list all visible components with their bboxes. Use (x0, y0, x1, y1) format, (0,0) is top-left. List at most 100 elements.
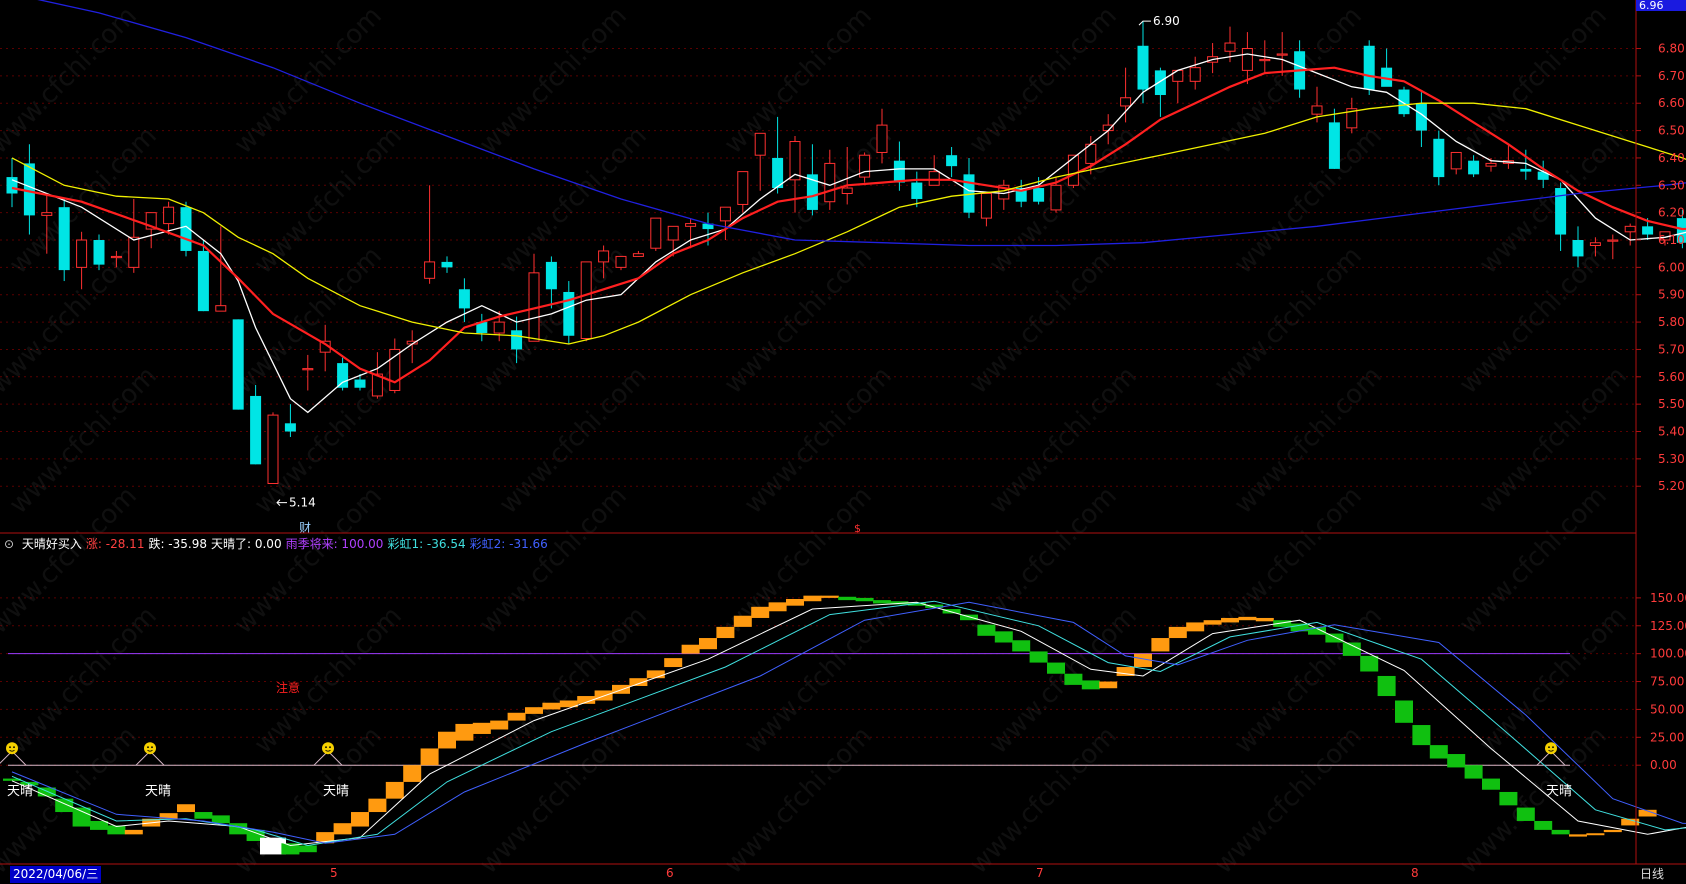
smiley-eye (151, 746, 153, 749)
high-marker (1138, 20, 1151, 26)
watermark-text: www.cfchi.com (964, 1, 1123, 160)
candle-body (1607, 239, 1619, 242)
candle-body (1485, 162, 1497, 167)
candle (632, 250, 644, 257)
watermark-text: www.cfchi.com (719, 721, 878, 880)
tianqing-label: 天晴 (1546, 784, 1572, 799)
candle-body (667, 225, 679, 241)
indicator-tick-label: 50.00 (1650, 702, 1684, 716)
candle-body (876, 124, 888, 153)
candle-body (302, 368, 314, 371)
candle-body (1241, 48, 1253, 71)
price-tick-label: 5.80 (1658, 315, 1685, 329)
candle (772, 116, 784, 194)
candle-body (250, 395, 262, 465)
candle (302, 354, 314, 391)
candle-body (1050, 184, 1062, 211)
high-price-label: 6.90 (1153, 14, 1180, 28)
indicator-bar (1412, 725, 1431, 746)
indicator-bar (90, 820, 108, 830)
candle (1433, 130, 1445, 186)
legend-item: 彩虹2: -31.66 (469, 537, 548, 551)
tianqing-label: 天晴 (323, 784, 349, 799)
smiley-eye (147, 746, 149, 749)
watermark-text: www.cfchi.com (474, 721, 633, 880)
indicator-bar (1238, 616, 1257, 621)
candle (145, 212, 157, 249)
candle-body (1520, 168, 1532, 172)
candle (1398, 86, 1410, 117)
candle-body (928, 171, 940, 186)
indicator-tick-label: 75.00 (1650, 675, 1684, 689)
candle (1137, 21, 1149, 104)
candle (197, 240, 209, 312)
candle (754, 132, 766, 191)
price-tick-label: 6.80 (1658, 42, 1685, 56)
candle (58, 198, 70, 282)
smiley-eye (13, 746, 15, 749)
price-tick-label: 6.00 (1658, 260, 1685, 274)
tianqing-label: 天晴 (7, 784, 33, 799)
price-tick-label: 5.40 (1658, 425, 1685, 439)
indicator-bar (385, 781, 404, 799)
candle (719, 206, 731, 241)
indicator-bar (351, 812, 369, 827)
candle (980, 193, 992, 227)
price-tick-label: 6.60 (1658, 96, 1685, 110)
candle-body (632, 253, 644, 257)
candle (232, 319, 244, 410)
indicator-bar (1516, 807, 1535, 821)
candle-body (1120, 97, 1132, 107)
candle-body (110, 255, 122, 259)
candle (893, 141, 905, 191)
candle-body (841, 187, 853, 195)
candle-body (76, 239, 88, 268)
watermark-text: www.cfchi.com (494, 121, 653, 280)
indicator-bar (1325, 633, 1344, 643)
price-tick-label: 6.20 (1658, 206, 1685, 220)
candle-body (93, 240, 105, 265)
candle (1154, 67, 1166, 117)
indicator-bar (420, 748, 439, 766)
price-tick-label: 6.70 (1658, 69, 1685, 83)
legend-collapse-icon[interactable]: ⊙ (4, 537, 14, 551)
stock-chart-window: www.cfchi.com www.cfchi.com www.cfchi.com w… (0, 0, 1686, 884)
watermark-layer: www.cfchi.com www.cfchi.com www.cfchi.com w… (0, 1, 1633, 880)
candle-body (6, 177, 18, 194)
indicator-bar (1360, 655, 1379, 672)
candle-body (163, 206, 175, 225)
candle-body (754, 132, 766, 156)
smiley-icon (144, 742, 156, 755)
candle (250, 385, 262, 465)
smiley-eye (9, 746, 11, 749)
candle (1363, 40, 1375, 96)
candle-body (493, 321, 505, 334)
candle (1172, 69, 1184, 104)
candle (946, 146, 958, 178)
watermark-text: www.cfchi.com (0, 1, 143, 160)
candle-body (1468, 160, 1480, 175)
indicator-bar (1447, 754, 1466, 768)
candle (1468, 155, 1480, 178)
candle (1381, 48, 1393, 87)
candle-body (58, 207, 70, 271)
candle-body (719, 206, 731, 222)
indicator-bar (1221, 617, 1239, 623)
candle (911, 171, 923, 208)
period-label[interactable]: 日线 (1640, 866, 1664, 883)
indicator-tick-label: 150.00 (1650, 591, 1686, 605)
indicator-bar (873, 600, 891, 604)
indicator-bar (1377, 675, 1396, 697)
candle-body (1259, 58, 1271, 62)
watermark-text: www.cfchi.com (1474, 361, 1633, 520)
indicator-bar (403, 765, 422, 782)
watermark-text: www.cfchi.com (984, 361, 1143, 520)
watermark-text: www.cfchi.com (249, 601, 408, 760)
candle-body (441, 261, 453, 268)
candle (1555, 182, 1567, 251)
candle (1207, 43, 1219, 74)
low-price-label: 5.14 (289, 496, 316, 510)
indicator-bar (525, 707, 543, 714)
month-tick-5: 5 (330, 866, 338, 880)
price-tick-label: 5.90 (1658, 288, 1685, 302)
